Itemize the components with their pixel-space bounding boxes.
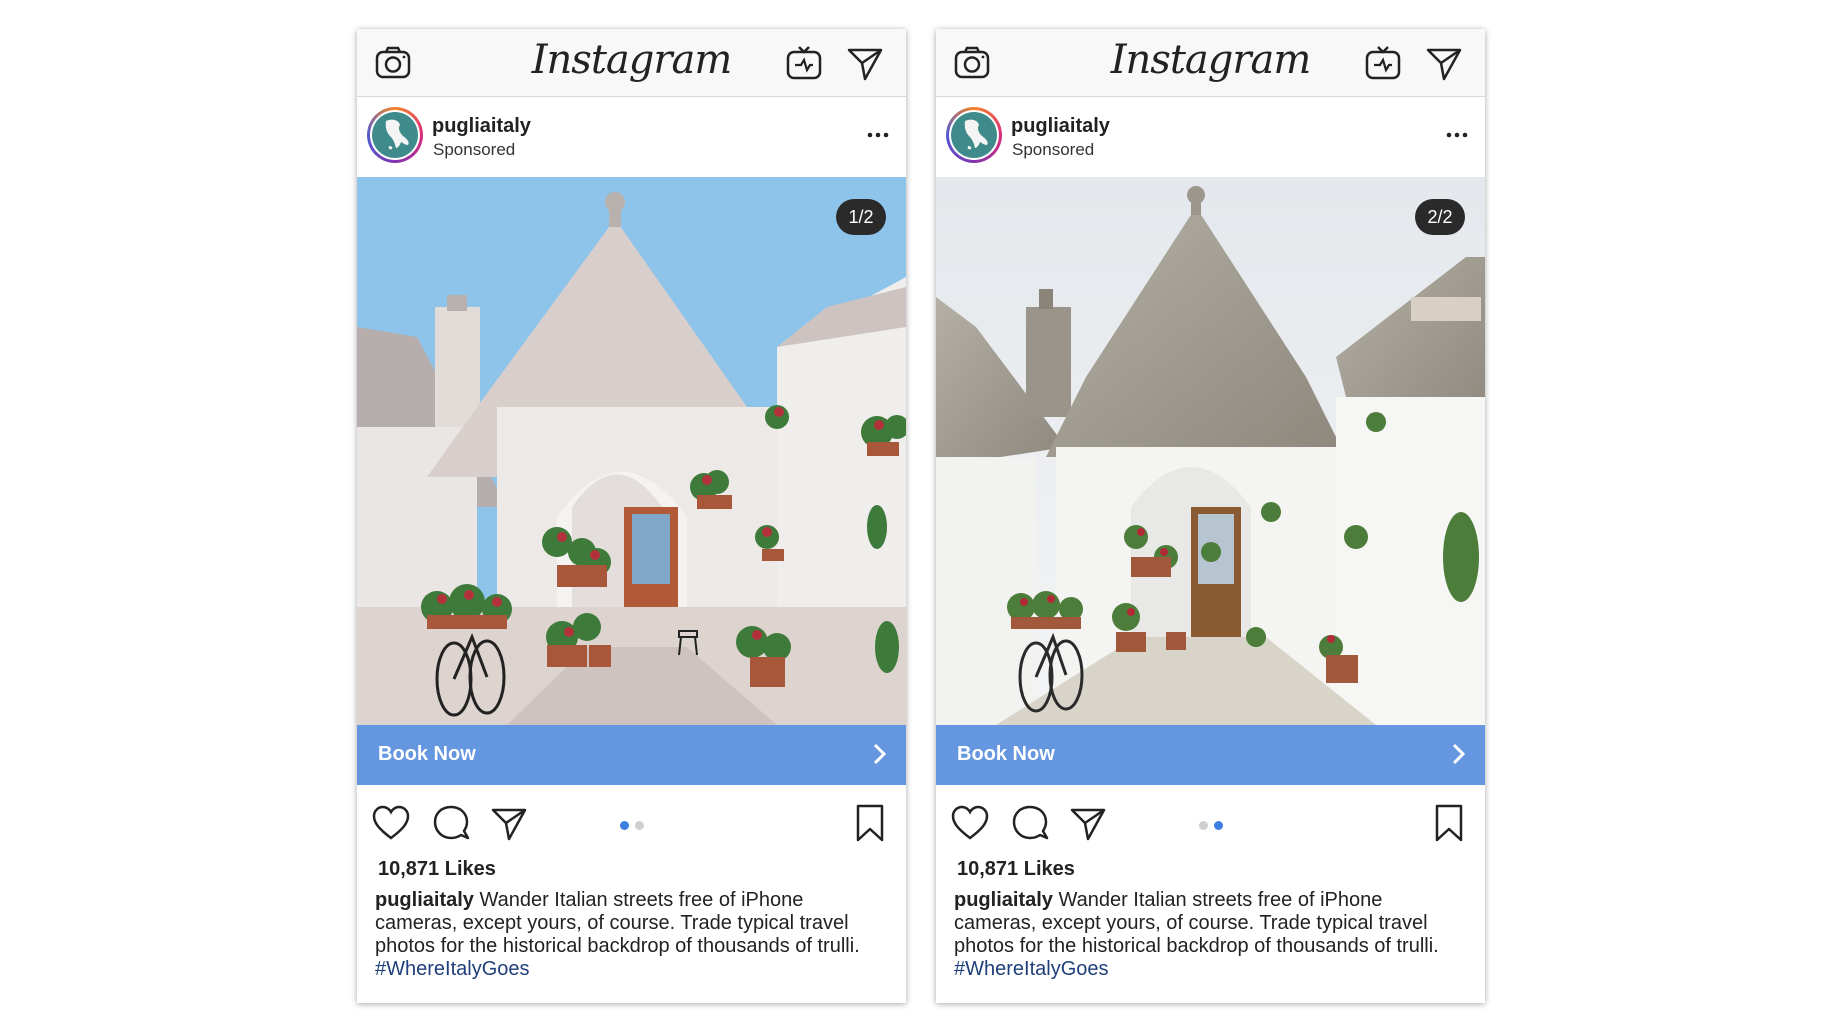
avatar[interactable] [946,107,1002,163]
likes-count[interactable]: 10,871 Likes [378,858,496,881]
post-image-illustration[interactable]: 1/2 [357,177,906,725]
carousel-dot-1 [1199,821,1208,830]
chevron-right-icon [1452,743,1466,765]
instagram-post-card: Instagram pugliaitaly Sponsored [357,29,906,1003]
app-top-bar: Instagram [357,29,906,97]
comment-icon[interactable] [1010,803,1050,843]
trulli-photograph [936,177,1485,725]
likes-count[interactable]: 10,871 Likes [957,858,1075,881]
post-username[interactable]: pugliaitaly [1011,115,1110,138]
post-actions-bar [357,799,906,849]
igtv-icon[interactable] [784,43,824,83]
carousel-counter: 2/2 [1415,199,1465,235]
post-caption: pugliaitaly Wander Italian streets free … [954,889,1469,981]
carousel-dot-2 [635,821,644,830]
heart-icon[interactable] [950,803,990,843]
trulli-illustration [357,177,906,725]
cta-label: Book Now [957,743,1055,765]
post-actions-bar [936,799,1485,849]
carousel-dot-1 [620,821,629,830]
instagram-post-card: Instagram pugliaitaly Sponsored [936,29,1485,1003]
post-username[interactable]: pugliaitaly [432,115,531,138]
sponsored-label: Sponsored [1012,140,1095,159]
italy-map-icon [385,119,409,150]
post-image-photograph[interactable]: 2/2 [936,177,1485,725]
app-top-bar: Instagram [936,29,1485,97]
direct-message-icon[interactable] [845,43,885,83]
cta-label: Book Now [378,743,476,765]
post-header: pugliaitaly Sponsored [936,97,1485,175]
carousel-counter: 1/2 [836,199,886,235]
post-header: pugliaitaly Sponsored [357,97,906,175]
share-icon[interactable] [489,803,529,843]
caption-username[interactable]: pugliaitaly [954,889,1053,911]
caption-hashtag[interactable]: #WhereItalyGoes [375,958,530,980]
bookmark-icon[interactable] [1429,803,1469,843]
book-now-button[interactable]: Book Now [936,725,1485,785]
post-caption: pugliaitaly Wander Italian streets free … [375,889,890,981]
carousel-dot-2 [1214,821,1223,830]
comment-icon[interactable] [431,803,471,843]
sponsored-label: Sponsored [433,140,516,159]
book-now-button[interactable]: Book Now [357,725,906,785]
igtv-icon[interactable] [1363,43,1403,83]
more-options-icon[interactable] [1442,125,1472,145]
bookmark-icon[interactable] [850,803,890,843]
italy-map-icon [964,119,988,150]
direct-message-icon[interactable] [1424,43,1464,83]
more-options-icon[interactable] [863,125,893,145]
avatar[interactable] [367,107,423,163]
heart-icon[interactable] [371,803,411,843]
chevron-right-icon [873,743,887,765]
caption-username[interactable]: pugliaitaly [375,889,474,911]
share-icon[interactable] [1068,803,1108,843]
caption-hashtag[interactable]: #WhereItalyGoes [954,958,1109,980]
